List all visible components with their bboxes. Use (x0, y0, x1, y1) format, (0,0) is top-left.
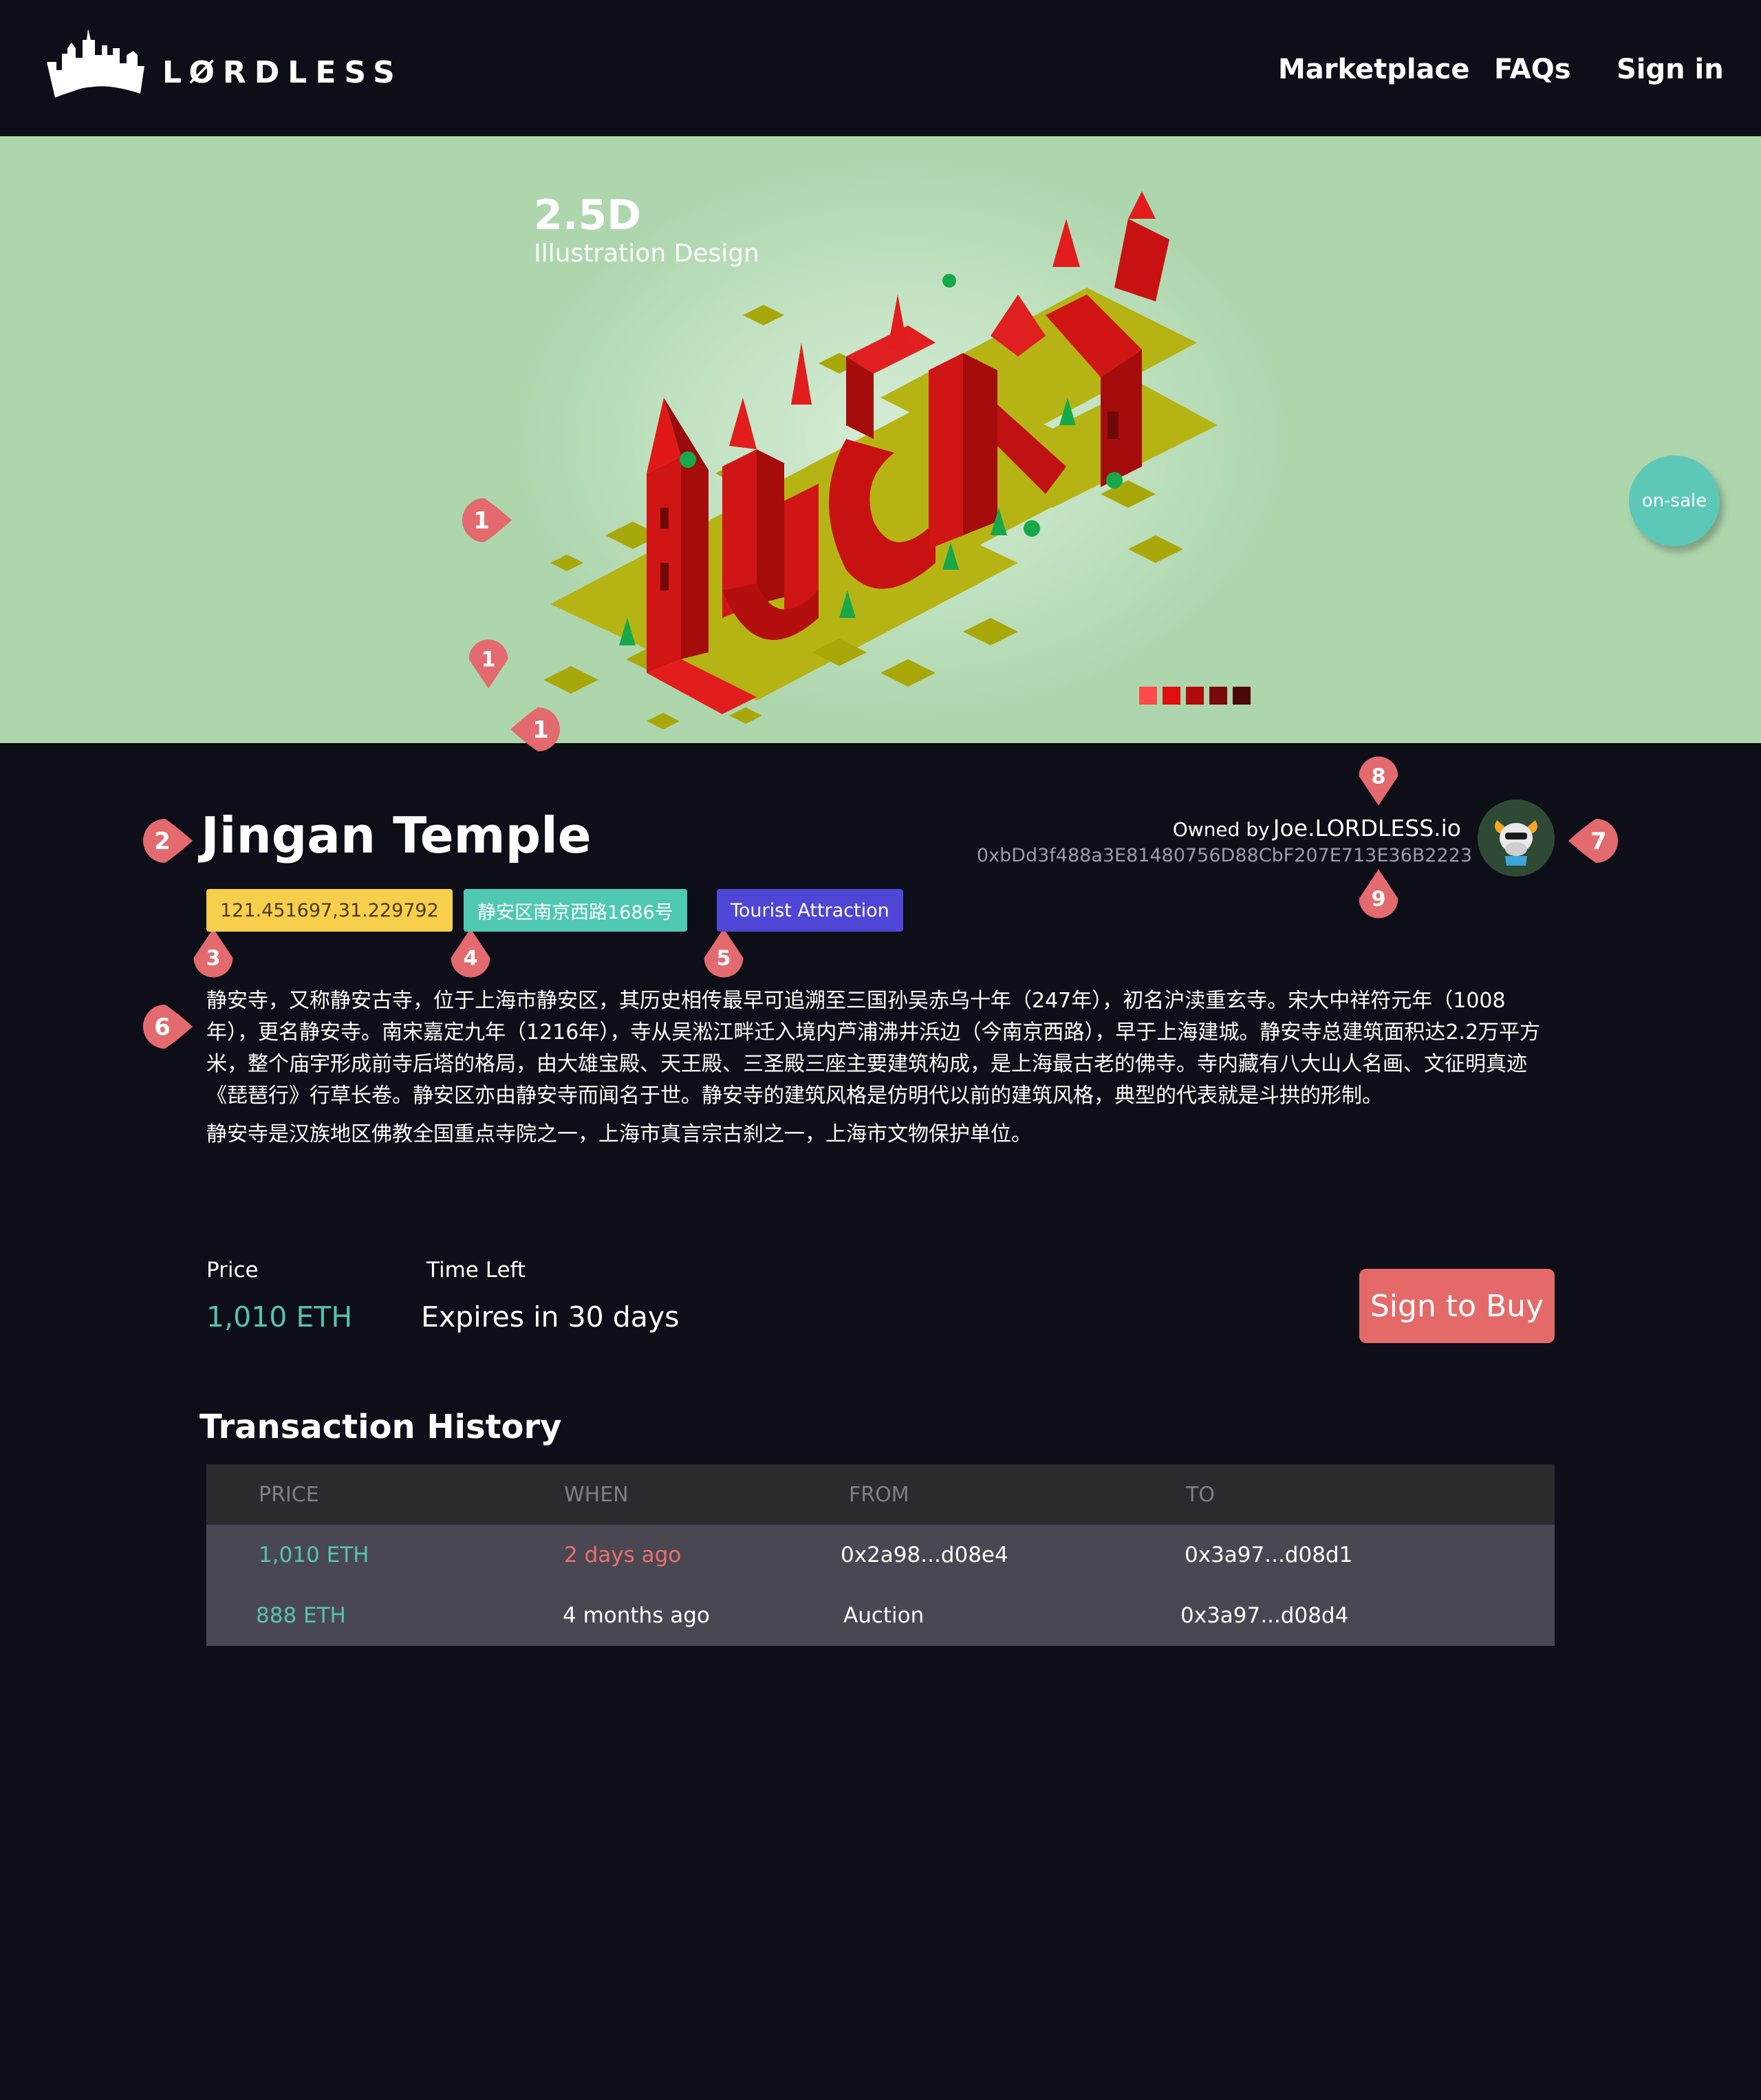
coordinates-tag[interactable]: 121.451697,31.229792 (206, 889, 453, 932)
carousel-dots (1139, 687, 1251, 705)
annotation-marker-1a: 1 (462, 498, 512, 542)
column-header-price[interactable]: PRICE (259, 1464, 319, 1525)
sign-to-buy-button[interactable]: Sign to Buy (1359, 1269, 1555, 1343)
owner-wallet-address[interactable]: 0xbDd3f488a3E81480756D88CbF207E713E36B22… (977, 845, 1472, 866)
transaction-table: PRICE WHEN FROM TO 1,010 ETH 2 days ago … (206, 1464, 1555, 1646)
nav-sign-in-link[interactable]: Sign in (1617, 54, 1724, 85)
nav-faqs-link[interactable]: FAQs (1494, 54, 1571, 85)
property-title: Jingan Temple (201, 806, 592, 864)
annotation-marker-8: 8 (1359, 756, 1398, 806)
time-left-label: Time Left (426, 1258, 526, 1283)
annotation-marker-7: 7 (1568, 819, 1618, 863)
svg-text:3: 3 (206, 947, 220, 971)
row-from-address[interactable]: 0x2a98...d08e4 (841, 1525, 1008, 1585)
svg-text:1: 1 (481, 648, 495, 672)
row-when: 4 months ago (563, 1603, 710, 1628)
table-row[interactable]: 1,010 ETH 2 days ago 0x2a98...d08e4 0x3a… (206, 1525, 1555, 1585)
time-left-value: Expires in 30 days (421, 1300, 680, 1333)
top-navbar: LØRDLESS Marketplace FAQs Sign in (0, 0, 1761, 136)
carousel-dot-1[interactable] (1139, 687, 1157, 705)
svg-text:4: 4 (463, 947, 477, 971)
lucky-isometric-illustration (543, 191, 1218, 729)
nav-marketplace-link[interactable]: Marketplace (1278, 54, 1469, 85)
column-header-when[interactable]: WHEN (564, 1464, 629, 1525)
on-sale-badge: on-sale (1629, 456, 1720, 546)
owner-prefix: Owned by (1172, 818, 1270, 841)
annotation-marker-3: 3 (193, 928, 233, 978)
annotation-marker-2: 2 (143, 819, 193, 863)
column-header-from[interactable]: FROM (849, 1464, 909, 1525)
bull-avatar-icon (1478, 800, 1555, 877)
carousel-dot-5[interactable] (1233, 687, 1251, 705)
owner-avatar[interactable] (1478, 800, 1555, 877)
svg-text:5: 5 (716, 947, 731, 971)
owner-name-link[interactable]: Joe.LORDLESS.io (1273, 815, 1461, 842)
price-value: 1,010 ETH (206, 1300, 353, 1333)
row-from-address[interactable]: Auction (843, 1585, 924, 1646)
svg-text:1: 1 (532, 716, 549, 744)
annotation-marker-9: 9 (1359, 869, 1398, 919)
svg-text:8: 8 (1371, 765, 1385, 789)
table-row[interactable]: 888 ETH 4 months ago Auction 0x3a97...d0… (206, 1585, 1555, 1646)
row-to-address[interactable]: 0x3a97...d08d4 (1180, 1585, 1348, 1646)
carousel-dot-4[interactable] (1209, 687, 1227, 705)
address-tag[interactable]: 静安区南京西路1686号 (464, 889, 687, 932)
description-paragraph-1: 静安寺，又称静安古寺，位于上海市静安区，其历史相传最早可追溯至三国孙吴赤乌十年（… (206, 989, 1541, 1108)
category-tag[interactable]: Tourist Attraction (717, 889, 903, 932)
price-label: Price (206, 1258, 259, 1283)
carousel-dot-2[interactable] (1163, 687, 1180, 705)
annotation-marker-1c: 1 (510, 707, 560, 751)
description-paragraph-2: 静安寺是汉族地区佛教全国重点寺院之一，上海市真言宗古刹之一，上海市文物保护单位。 (206, 1122, 1032, 1146)
annotation-marker-4: 4 (451, 928, 490, 978)
brand-wordmark[interactable]: LØRDLESS (162, 55, 403, 90)
row-price: 888 ETH (256, 1603, 346, 1628)
svg-text:1: 1 (473, 507, 490, 535)
table-header-row: PRICE WHEN FROM TO (206, 1464, 1555, 1525)
annotation-marker-1b: 1 (468, 639, 508, 689)
row-when: 2 days ago (564, 1543, 682, 1567)
annotation-marker-6: 6 (143, 1005, 193, 1049)
carousel-dot-3[interactable] (1186, 687, 1204, 705)
svg-text:9: 9 (1371, 888, 1385, 912)
row-price: 1,010 ETH (259, 1543, 369, 1567)
svg-text:2: 2 (154, 828, 171, 855)
svg-text:7: 7 (1590, 828, 1607, 855)
property-description: 静安寺，又称静安古寺，位于上海市静安区，其历史相传最早可追溯至三国孙吴赤乌十年（… (206, 985, 1555, 1157)
svg-text:6: 6 (154, 1014, 171, 1041)
transaction-history-title: Transaction History (199, 1408, 562, 1446)
owner-info: Owned by Joe.LORDLESS.io (1173, 815, 1461, 842)
castle-logo-icon[interactable] (44, 28, 147, 102)
row-to-address[interactable]: 0x3a97...d08d1 (1185, 1525, 1352, 1585)
hero-carousel[interactable]: 2.5D Illustration Design on-sale (0, 136, 1761, 743)
column-header-to[interactable]: TO (1186, 1464, 1215, 1525)
annotation-marker-5: 5 (704, 928, 744, 978)
